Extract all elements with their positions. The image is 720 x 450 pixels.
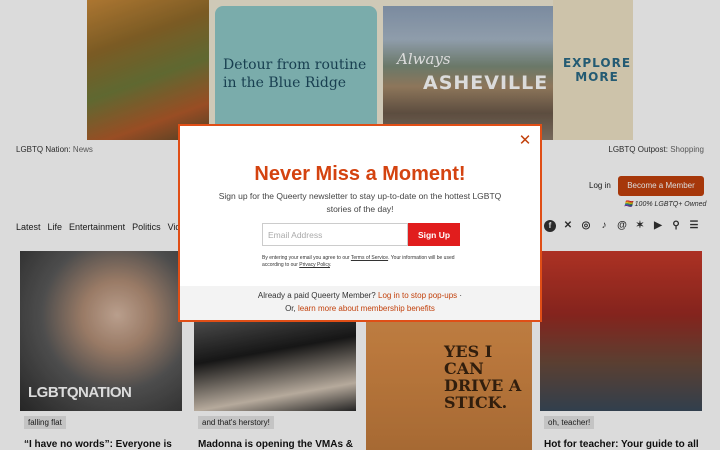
or-text: Or, (285, 304, 296, 313)
learn-line: Or, learn more about membership benefits (180, 304, 540, 313)
legal-prefix: By entering your email you agree to our (262, 255, 351, 261)
member-line: Already a paid Queerty Member? Log in to… (180, 291, 540, 300)
signup-button[interactable]: Sign Up (408, 223, 460, 246)
legal-text: By entering your email you agree to our … (262, 255, 462, 269)
member-footer: Already a paid Queerty Member? Log in to… (180, 286, 540, 320)
email-input[interactable] (262, 223, 408, 246)
close-icon[interactable]: ✕ (518, 133, 532, 148)
legal-suffix: . (330, 262, 332, 268)
newsletter-modal: ✕ Never Miss a Moment! Sign up for the Q… (178, 124, 542, 322)
terms-link[interactable]: Terms of Service (351, 255, 388, 261)
member-dot: · (459, 291, 463, 300)
privacy-link[interactable]: Privacy Policy (299, 262, 330, 268)
modal-title: Never Miss a Moment! (254, 163, 466, 185)
learn-more-link[interactable]: learn more about membership benefits (298, 304, 435, 313)
modal-subtitle: Sign up for the Queerty newsletter to st… (218, 191, 502, 214)
member-text: Already a paid Queerty Member? (257, 291, 376, 300)
login-stop-popups-link[interactable]: Log in to stop pop-ups (378, 291, 457, 300)
